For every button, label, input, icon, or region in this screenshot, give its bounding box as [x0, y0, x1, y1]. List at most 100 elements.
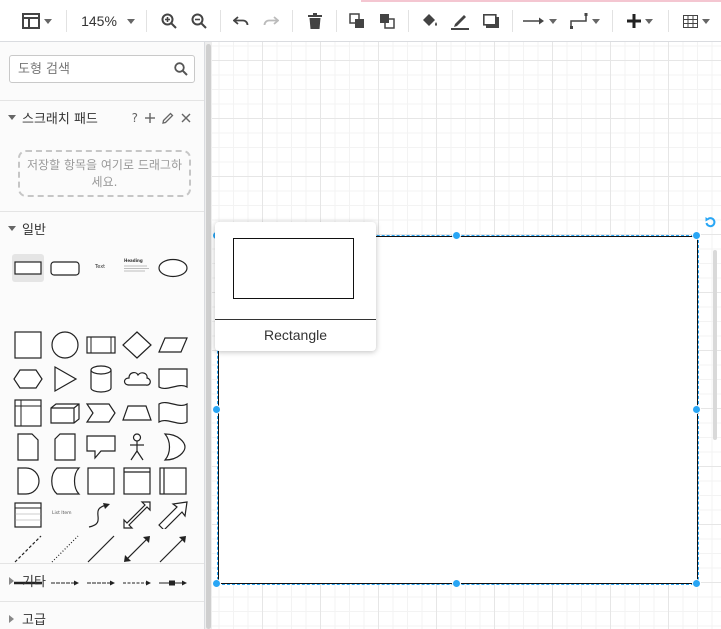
shadow-button[interactable]: [480, 8, 502, 34]
shape-step[interactable]: [85, 399, 117, 427]
chevron-down-icon: [701, 18, 710, 24]
shape-data-storage[interactable]: [49, 467, 81, 495]
zoom-out-button[interactable]: [188, 8, 210, 34]
shape-textbox[interactable]: Heading: [121, 254, 153, 282]
shape-text[interactable]: Text: [85, 254, 117, 282]
to-back-button[interactable]: [376, 8, 398, 34]
redo-icon: [263, 16, 279, 26]
resize-handle-ne[interactable]: [692, 231, 701, 240]
view-button[interactable]: [18, 8, 56, 34]
add-icon[interactable]: [145, 113, 155, 123]
resize-handle-e[interactable]: [692, 405, 701, 414]
shape-vertical-container[interactable]: [157, 467, 189, 495]
sidebar-scrollbar-thumb[interactable]: [206, 44, 211, 629]
shape-line[interactable]: [85, 535, 117, 563]
shape-directional-connector[interactable]: [157, 535, 189, 563]
toolbar-divider: [408, 10, 409, 32]
shape-tape[interactable]: [157, 399, 189, 427]
help-button[interactable]: ?: [132, 111, 138, 125]
shape-bidirectional-arrow[interactable]: [121, 501, 153, 529]
shape-search-input[interactable]: [18, 56, 168, 82]
shape-parallelogram[interactable]: [157, 331, 189, 359]
shape-internal-storage[interactable]: [12, 399, 44, 427]
shape-ellipse[interactable]: [157, 254, 189, 282]
shape-list-item[interactable]: List Item: [49, 501, 81, 529]
shape-textbox-heading: Heading: [124, 258, 143, 263]
scratchpad-header[interactable]: 스크래치 패드 ?: [0, 100, 204, 134]
shape-document[interactable]: [157, 365, 189, 393]
shape-cube[interactable]: [49, 399, 81, 427]
expand-icon: [9, 614, 14, 623]
shape-triangle[interactable]: [49, 365, 81, 393]
shape-table-list[interactable]: [12, 501, 44, 529]
shape-square-2[interactable]: [85, 467, 117, 495]
resize-handle-w[interactable]: [212, 405, 221, 414]
shape-circle[interactable]: [49, 331, 81, 359]
shape-dashed-line[interactable]: [12, 535, 44, 563]
scratchpad-dropzone[interactable]: 저장할 항목을 여기로 드래그하세요.: [18, 150, 191, 197]
shape-arrow[interactable]: [157, 501, 189, 529]
shape-dotted-line[interactable]: [49, 535, 81, 563]
toolbar-divider: [292, 10, 293, 32]
undo-button[interactable]: [230, 8, 252, 34]
zoom-out-icon: [191, 13, 207, 29]
shape-diamond[interactable]: [121, 331, 153, 359]
chevron-down-icon: [44, 18, 52, 24]
resize-handle-sw[interactable]: [212, 579, 221, 588]
fill-color-button[interactable]: [418, 8, 442, 34]
close-icon[interactable]: [181, 113, 191, 123]
shape-note[interactable]: [12, 433, 44, 461]
tooltip-divider: [215, 319, 376, 320]
zoom-in-button[interactable]: [158, 8, 180, 34]
shape-rounded-rectangle[interactable]: [49, 254, 81, 282]
toolbar-divider: [336, 10, 337, 32]
line-color-button[interactable]: [448, 8, 472, 34]
toolbar-divider: [66, 10, 67, 32]
canvas-scrollbar[interactable]: [713, 250, 717, 440]
shape-curve[interactable]: [85, 501, 117, 529]
section-misc-header[interactable]: 기타: [0, 563, 204, 597]
expand-icon: [9, 576, 14, 585]
collapse-icon: [8, 115, 16, 120]
section-advanced-header[interactable]: 고급: [0, 601, 204, 629]
arrow-right-icon: [523, 17, 544, 25]
toolbar-divider: [612, 10, 613, 32]
pencil-icon: [451, 15, 469, 30]
shape-tooltip: Rectangle: [215, 222, 376, 351]
waypoints-dropdown[interactable]: [568, 8, 602, 34]
layout-icon: [22, 13, 40, 29]
shape-or[interactable]: [157, 433, 189, 461]
insert-dropdown[interactable]: [622, 8, 658, 34]
shape-hexagon[interactable]: [12, 365, 44, 393]
shape-bidirectional-connector[interactable]: [121, 535, 153, 563]
zoom-dropdown[interactable]: 145%: [80, 8, 136, 34]
resize-handle-s[interactable]: [452, 579, 461, 588]
resize-handle-n[interactable]: [452, 231, 461, 240]
shape-rectangle[interactable]: [12, 254, 44, 282]
shape-card[interactable]: [49, 433, 81, 461]
edit-icon[interactable]: [162, 112, 174, 124]
shape-trapezoid[interactable]: [121, 399, 153, 427]
shape-process[interactable]: [85, 331, 117, 359]
shape-callout[interactable]: [85, 433, 117, 461]
chevron-down-icon: [592, 18, 600, 24]
scratchpad-tools: ?: [132, 111, 191, 125]
delete-button[interactable]: [304, 8, 326, 34]
shape-square[interactable]: [12, 331, 44, 359]
shape-cylinder[interactable]: [85, 365, 117, 393]
table-dropdown[interactable]: [678, 8, 714, 34]
shape-and[interactable]: [12, 467, 44, 495]
redo-button[interactable]: [260, 8, 282, 34]
rotate-icon[interactable]: [704, 216, 716, 228]
shape-container[interactable]: [121, 467, 153, 495]
search-icon[interactable]: [174, 62, 188, 76]
to-front-button[interactable]: [346, 8, 368, 34]
shape-actor[interactable]: [121, 433, 153, 461]
shape-cloud[interactable]: [121, 365, 153, 393]
paint-bucket-icon: [423, 14, 437, 26]
connection-style-dropdown[interactable]: [522, 8, 558, 34]
resize-handle-se[interactable]: [692, 579, 701, 588]
section-general-header[interactable]: 일반: [0, 211, 204, 245]
trash-icon: [308, 13, 322, 29]
plus-icon: [627, 14, 641, 28]
